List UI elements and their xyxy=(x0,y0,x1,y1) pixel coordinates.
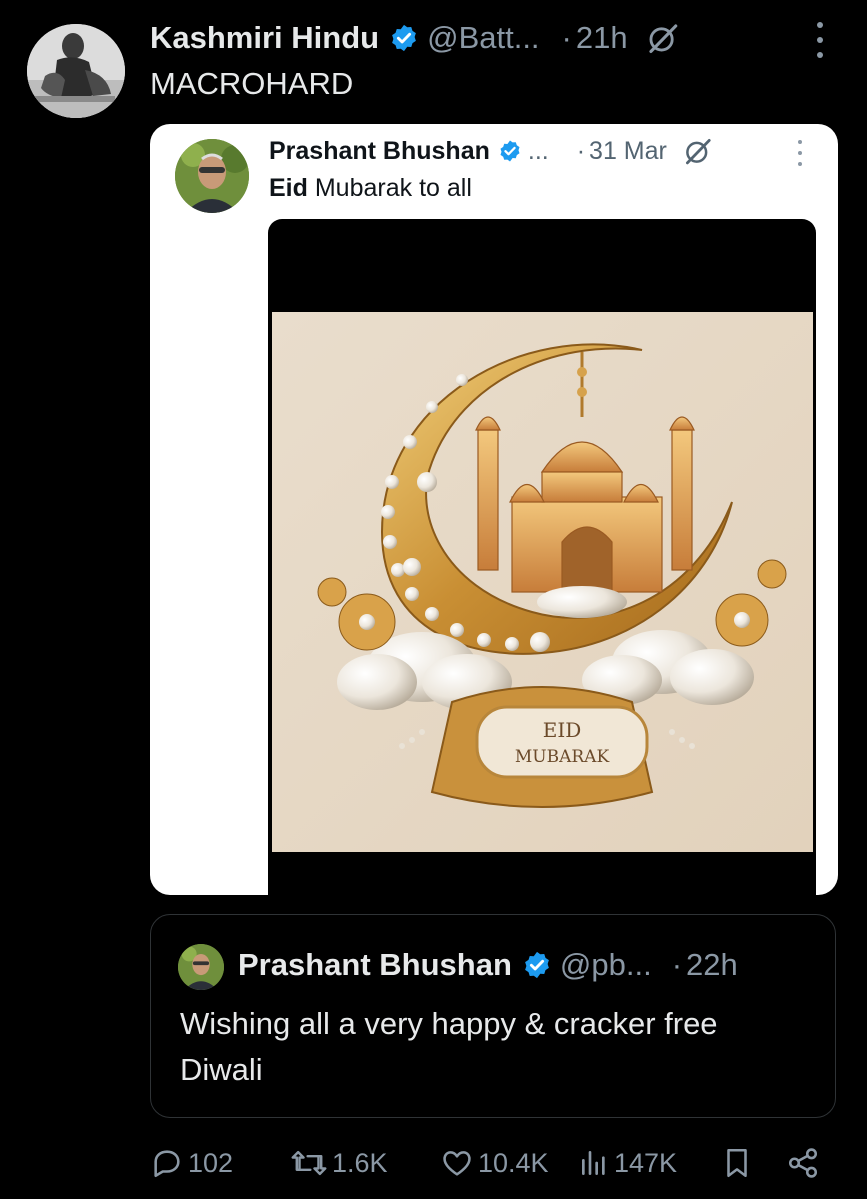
quoted-author-handle: @pb... xyxy=(559,947,652,982)
like-button[interactable]: 10.4K xyxy=(440,1140,549,1186)
share-icon xyxy=(786,1146,820,1180)
grok-icon xyxy=(683,136,713,166)
quoted-time: 22h xyxy=(686,947,738,982)
reply-button[interactable]: 102 xyxy=(150,1140,233,1186)
screenshot-author-name: Prashant Bhushan xyxy=(269,136,490,165)
more-options-icon xyxy=(795,140,805,166)
verified-badge-icon xyxy=(498,139,522,163)
repost-button[interactable]: 1.6K xyxy=(290,1140,388,1186)
tweet-time[interactable]: 21h xyxy=(576,20,628,56)
tweet-text: MACROHARD xyxy=(150,66,354,101)
screenshot-author-avatar xyxy=(175,139,249,213)
views-button[interactable]: 147K xyxy=(578,1140,677,1186)
screenshot-author-handle: ... xyxy=(527,136,549,165)
like-count: 10.4K xyxy=(478,1147,549,1178)
verified-badge-icon xyxy=(389,23,419,53)
embedded-screenshot[interactable]: Prashant Bhushan ... · 31 Mar Eid Mubara… xyxy=(150,124,838,895)
reply-icon xyxy=(150,1146,184,1180)
more-options-icon[interactable] xyxy=(810,22,830,58)
views-icon xyxy=(578,1146,610,1180)
bookmark-icon xyxy=(720,1146,754,1180)
image-text-eid: EID xyxy=(543,718,582,742)
author-avatar[interactable] xyxy=(27,24,125,118)
screenshot-header: Prashant Bhushan ... · 31 Mar xyxy=(269,132,713,170)
quoted-header: Prashant Bhushan @pb... · 22h xyxy=(238,945,738,985)
media-frame: EID MUBARAK xyxy=(268,219,816,895)
separator-dot: · xyxy=(671,947,683,982)
quoted-tweet[interactable]: Prashant Bhushan @pb... · 22h Wishing al… xyxy=(150,914,836,1118)
repost-icon xyxy=(290,1146,328,1180)
separator-dot: · xyxy=(561,20,572,55)
screenshot-text-rest: Mubarak to all xyxy=(307,174,472,202)
quoted-author-avatar xyxy=(178,944,224,990)
screenshot-date: 31 Mar xyxy=(589,136,667,165)
author-name[interactable]: Kashmiri Hindu xyxy=(150,20,379,56)
author-handle[interactable]: @Batt... xyxy=(427,20,539,56)
separator-dot: · xyxy=(576,136,586,165)
screenshot-text: Eid Mubarak to all xyxy=(269,174,472,203)
like-icon xyxy=(440,1146,474,1180)
views-count: 147K xyxy=(614,1147,678,1178)
share-button[interactable] xyxy=(786,1140,820,1186)
screenshot-text-bold: Eid xyxy=(269,174,308,202)
quoted-author-name: Prashant Bhushan xyxy=(238,947,512,982)
repost-count: 1.6K xyxy=(332,1147,388,1178)
reply-count: 102 xyxy=(188,1147,234,1178)
grok-icon[interactable] xyxy=(646,21,680,55)
bookmark-button[interactable] xyxy=(720,1140,754,1186)
tweet-detail: Kashmiri Hindu @Batt... · 21h MACROHARD xyxy=(0,0,867,1199)
quoted-text: Wishing all a very happy & cracker free … xyxy=(180,1006,718,1087)
tweet-header: Kashmiri Hindu @Batt... · 21h xyxy=(150,16,850,60)
verified-badge-icon xyxy=(522,950,552,980)
eid-mubarak-image: EID MUBARAK xyxy=(272,312,813,852)
image-text-mubarak: MUBARAK xyxy=(515,747,610,767)
